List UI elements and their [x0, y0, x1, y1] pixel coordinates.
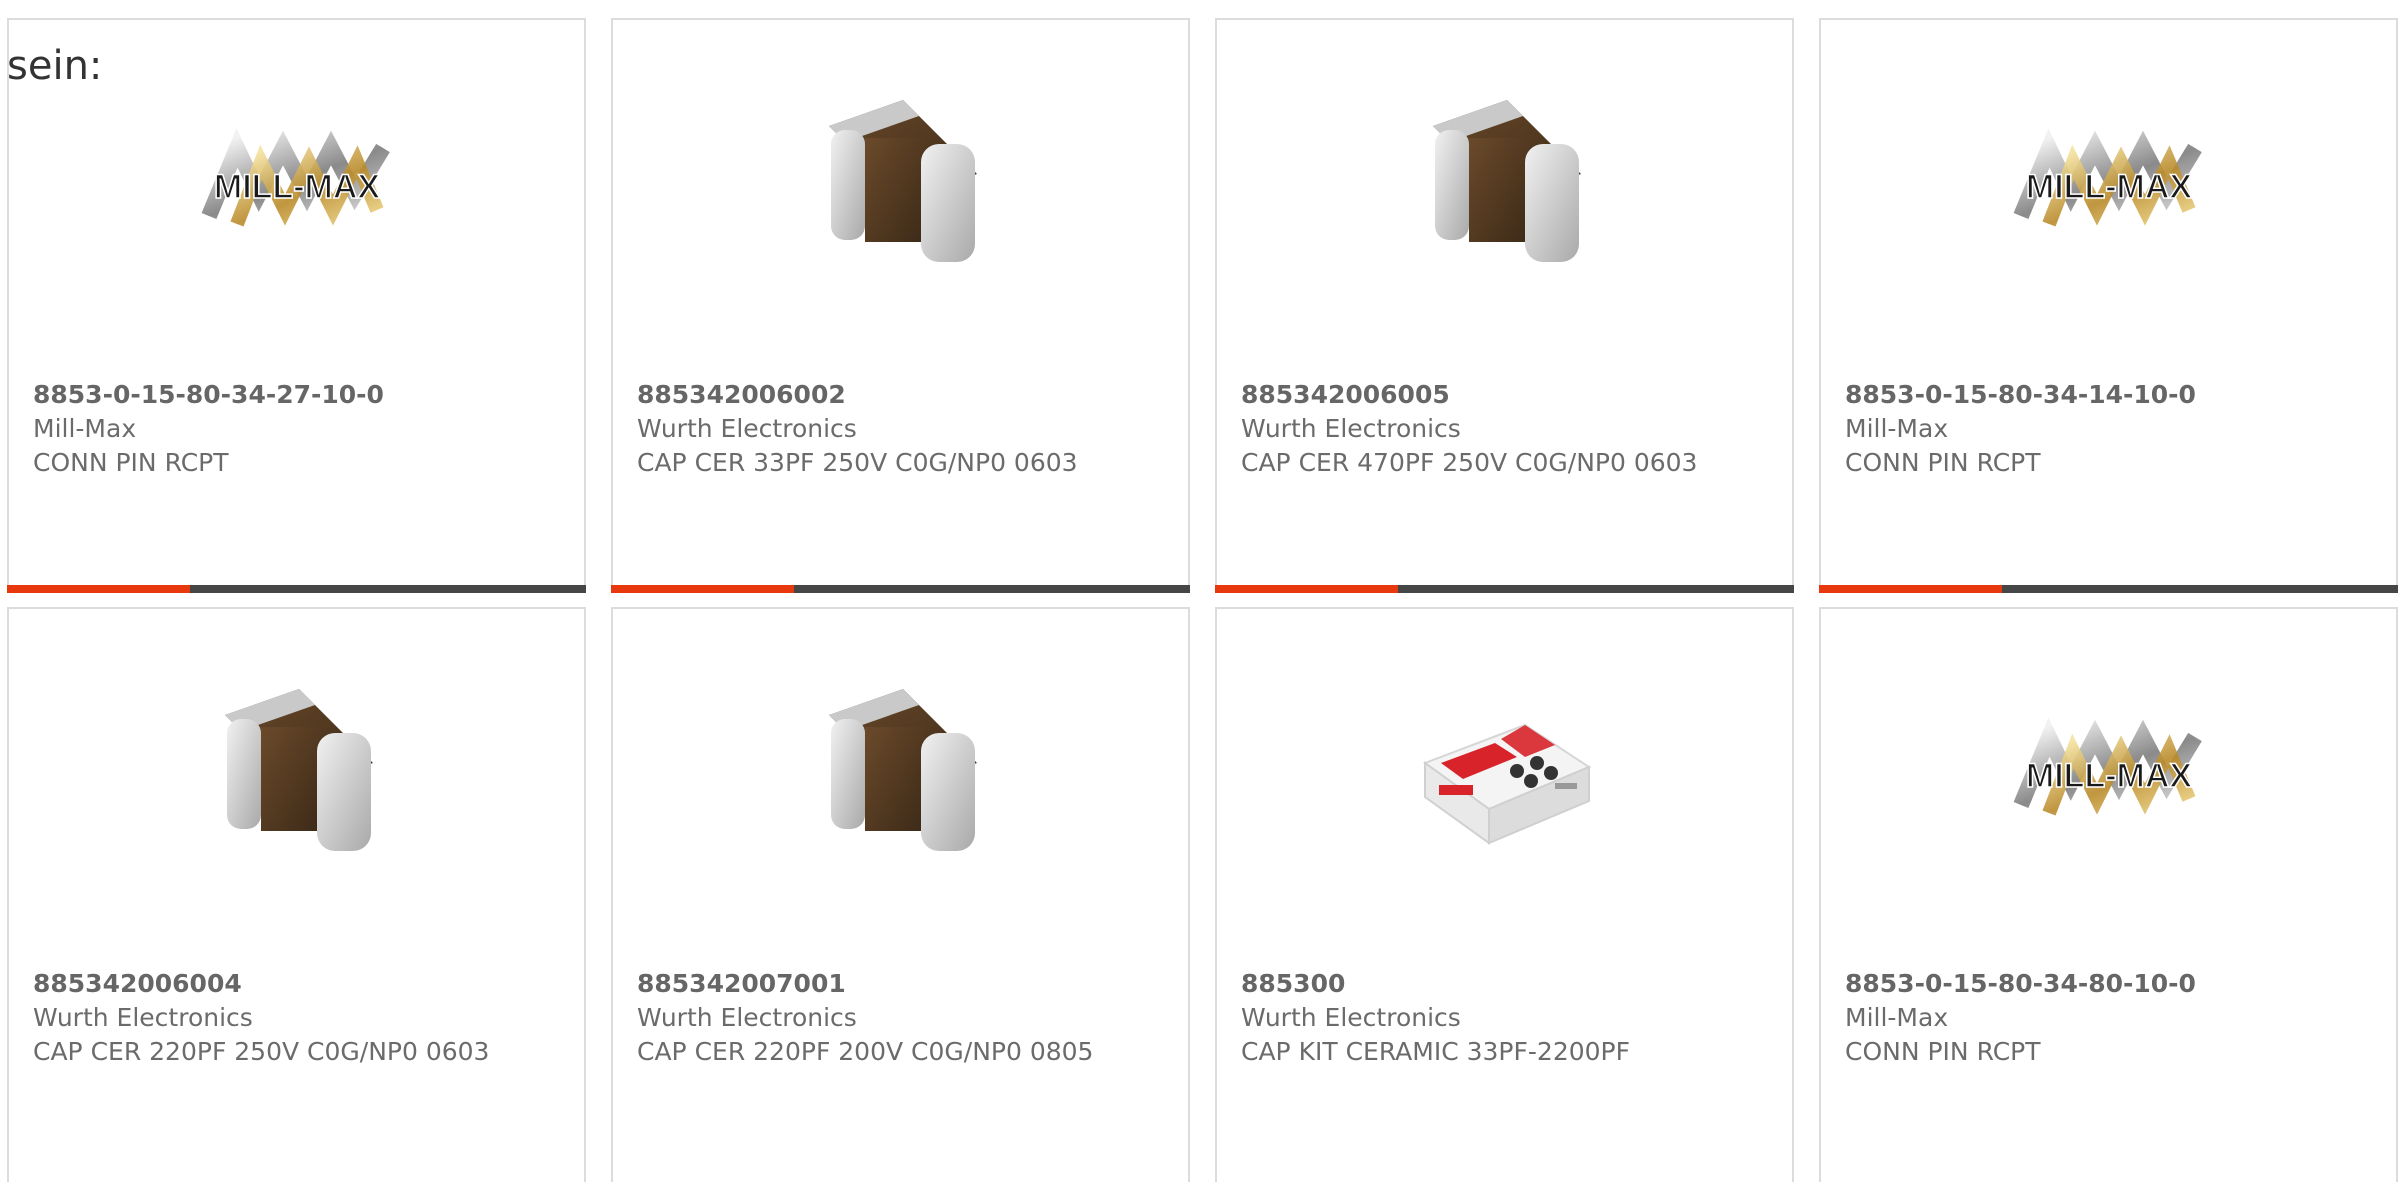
mill-max-logo: MILL-MAX [2009, 675, 2209, 875]
manufacturer-name: Mill-Max [1845, 1003, 1949, 1032]
part-number-link[interactable]: 8853-0-15-80-34-27-10-0 [33, 378, 564, 412]
chip-capacitor-image [197, 675, 397, 875]
mill-max-logo-text: MILL-MAX [213, 168, 380, 206]
manufacturer-name: Wurth Electronics [33, 1003, 253, 1032]
card-footer-accent [1215, 585, 1398, 593]
mill-max-logo-text: MILL-MAX [2025, 757, 2192, 795]
part-number-link[interactable]: 885342006004 [33, 967, 564, 1001]
product-description: CAP KIT CERAMIC 33PF-2200PF [1241, 1037, 1630, 1066]
capacitor-kit-box-image [1405, 675, 1605, 875]
product-description: CAP CER 220PF 250V C0G/NP0 0603 [33, 1037, 490, 1066]
product-card[interactable]: MILL-MAX 8853-0-15-80-34-14-10-0 Mill-Ma… [1819, 18, 2398, 593]
intro-text: sein: [7, 43, 103, 89]
product-description: CONN PIN RCPT [1845, 1037, 2041, 1066]
product-card[interactable]: MILL-MAX 8853-0-15-80-34-80-10-0 Mill-Ma… [1819, 607, 2398, 1182]
card-footer-accent [1819, 585, 2002, 593]
product-card[interactable]: 885342006002 Wurth Electronics CAP CER 3… [611, 18, 1190, 593]
product-card[interactable]: 885342007001 Wurth Electronics CAP CER 2… [611, 607, 1190, 1182]
mill-max-logo: MILL-MAX [2009, 86, 2209, 286]
product-description: CONN PIN RCPT [33, 448, 229, 477]
manufacturer-name: Mill-Max [1845, 414, 1949, 443]
product-description: CAP CER 470PF 250V C0G/NP0 0603 [1241, 448, 1698, 477]
product-description: CAP CER 220PF 200V C0G/NP0 0805 [637, 1037, 1094, 1066]
card-footer-bar [1819, 585, 2398, 593]
chip-capacitor-image [1405, 86, 1605, 286]
part-number-link[interactable]: 885342006002 [637, 378, 1168, 412]
mill-max-logo: MILL-MAX [197, 86, 397, 286]
card-footer-accent [7, 585, 190, 593]
manufacturer-name: Wurth Electronics [1241, 414, 1461, 443]
manufacturer-name: Wurth Electronics [637, 1003, 857, 1032]
card-footer-accent [611, 585, 794, 593]
manufacturer-name: Wurth Electronics [1241, 1003, 1461, 1032]
part-number-link[interactable]: 885342007001 [637, 967, 1168, 1001]
product-description: CAP CER 33PF 250V C0G/NP0 0603 [637, 448, 1078, 477]
manufacturer-name: Wurth Electronics [637, 414, 857, 443]
part-number-link[interactable]: 885300 [1241, 967, 1772, 1001]
product-card[interactable]: 885342006005 Wurth Electronics CAP CER 4… [1215, 18, 1794, 593]
manufacturer-name: Mill-Max [33, 414, 137, 443]
product-card[interactable]: 885342006004 Wurth Electronics CAP CER 2… [7, 607, 586, 1182]
card-footer-bar [611, 585, 1190, 593]
part-number-link[interactable]: 885342006005 [1241, 378, 1772, 412]
part-number-link[interactable]: 8853-0-15-80-34-80-10-0 [1845, 967, 2376, 1001]
mill-max-logo-text: MILL-MAX [2025, 168, 2192, 206]
product-card[interactable]: 885300 Wurth Electronics CAP KIT CERAMIC… [1215, 607, 1794, 1182]
card-footer-bar [1215, 585, 1794, 593]
product-card[interactable]: MILL-MAX 8853-0-15-80-34-27-10-0 Mill-Ma… [7, 18, 586, 593]
chip-capacitor-image [801, 675, 1001, 875]
product-description: CONN PIN RCPT [1845, 448, 2041, 477]
part-number-link[interactable]: 8853-0-15-80-34-14-10-0 [1845, 378, 2376, 412]
chip-capacitor-image [801, 86, 1001, 286]
card-footer-bar [7, 585, 586, 593]
